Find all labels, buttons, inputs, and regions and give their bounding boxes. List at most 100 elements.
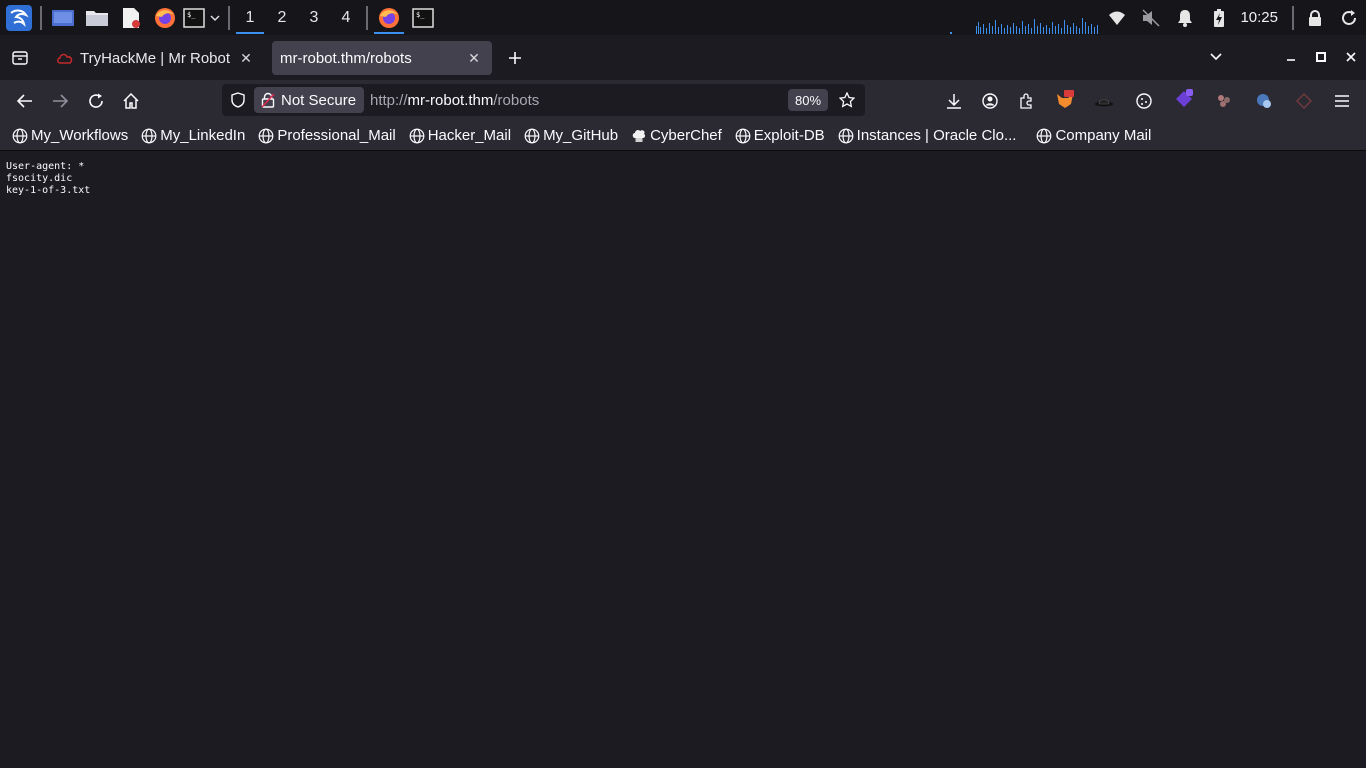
battery-button[interactable] bbox=[1202, 0, 1236, 35]
firefox-launcher-button[interactable] bbox=[148, 0, 182, 35]
tab-title: TryHackMe | Mr Robot CTF bbox=[80, 49, 234, 67]
bookmark-cyberchef[interactable]: CyberChef bbox=[631, 127, 722, 144]
system-tray: 10:25 bbox=[1100, 0, 1366, 35]
terminal-launcher-button[interactable]: $_ bbox=[182, 0, 206, 35]
new-tab-button[interactable] bbox=[502, 45, 528, 71]
workspace-label: 1 bbox=[245, 8, 255, 26]
firefox-icon bbox=[379, 7, 399, 28]
reload-button[interactable] bbox=[83, 88, 109, 114]
firefox-view-button[interactable] bbox=[8, 47, 32, 69]
terminal-icon: $_ bbox=[412, 7, 434, 28]
bookmark-label: Professional_Mail bbox=[277, 127, 396, 144]
maximize-button[interactable] bbox=[1310, 45, 1332, 69]
taskbar-firefox-window[interactable] bbox=[372, 0, 406, 35]
chevron-down-icon bbox=[210, 14, 220, 21]
tab-robots[interactable]: mr-robot.thm/robots ✕ bbox=[272, 41, 492, 75]
text-editor-icon bbox=[123, 7, 140, 28]
bookmark-label: My_GitHub bbox=[543, 127, 619, 144]
globe-icon bbox=[524, 128, 540, 143]
volume-button[interactable] bbox=[1134, 0, 1168, 35]
terminal-icon: $_ bbox=[183, 7, 205, 28]
bookmark-star-button[interactable] bbox=[836, 89, 858, 111]
zoom-reset-button[interactable]: 80% bbox=[788, 89, 828, 111]
cookie-icon bbox=[1136, 93, 1152, 109]
logout-button[interactable] bbox=[1332, 0, 1366, 35]
extension-dots-button[interactable] bbox=[1211, 88, 1237, 114]
bookmark-my-github[interactable]: My_GitHub bbox=[524, 127, 618, 144]
terminal-launcher-dropdown[interactable] bbox=[206, 0, 224, 35]
file-manager-button[interactable] bbox=[80, 0, 114, 35]
workspace-3[interactable]: 3 bbox=[298, 0, 330, 35]
site-security-button[interactable]: Not Secure bbox=[254, 87, 364, 113]
tracking-protection-button[interactable] bbox=[227, 89, 249, 111]
chevron-down-icon bbox=[1210, 53, 1222, 61]
chef-hat-icon bbox=[632, 129, 646, 142]
globe-icon bbox=[12, 128, 28, 143]
reload-icon bbox=[89, 93, 103, 108]
bookmark-my-workflows[interactable]: My_Workflows bbox=[12, 127, 128, 144]
workspace-1[interactable]: 1 bbox=[234, 0, 266, 35]
extension-hat-button[interactable] bbox=[1091, 88, 1117, 114]
workspace-4[interactable]: 4 bbox=[330, 0, 362, 35]
clock[interactable]: 10:25 bbox=[1236, 9, 1288, 26]
robots-txt-text: User-agent: * fsocity.dic key-1-of-3.txt bbox=[6, 161, 90, 197]
bookmark-exploit-db[interactable]: Exploit-DB bbox=[735, 127, 825, 144]
address-bar[interactable]: Not Secure http://mr-robot.thm/robots 80… bbox=[222, 84, 865, 116]
navigation-toolbar: Not Secure http://mr-robot.thm/robots 80… bbox=[0, 80, 1366, 121]
back-button[interactable] bbox=[12, 88, 38, 114]
tab-title: mr-robot.thm/robots bbox=[280, 49, 412, 67]
cpu-graph bbox=[950, 18, 1098, 34]
kali-menu-button[interactable] bbox=[2, 0, 36, 35]
forward-button[interactable] bbox=[47, 88, 73, 114]
close-tab-button[interactable]: ✕ bbox=[234, 46, 258, 70]
extension-cookie-button[interactable] bbox=[1131, 88, 1157, 114]
network-button[interactable] bbox=[1100, 0, 1134, 35]
bookmark-label: My_Workflows bbox=[31, 127, 129, 144]
bookmark-professional-mail[interactable]: Professional_Mail bbox=[258, 127, 396, 144]
tab-tryhackme[interactable]: TryHackMe | Mr Robot CTF ✕ bbox=[48, 41, 264, 75]
close-icon bbox=[1346, 52, 1356, 62]
taskbar-terminal-window[interactable]: $_ bbox=[406, 0, 440, 35]
bell-icon bbox=[1178, 9, 1193, 27]
extension-wappalyzer-button[interactable] bbox=[1251, 88, 1277, 114]
minimize-button[interactable] bbox=[1280, 45, 1302, 69]
svg-text:$_: $_ bbox=[416, 11, 425, 19]
extension-diamond-button[interactable] bbox=[1291, 88, 1317, 114]
bookmark-label: CyberChef bbox=[650, 127, 722, 144]
firefox-view-icon bbox=[12, 51, 28, 65]
plus-icon bbox=[509, 52, 521, 64]
downloads-button[interactable] bbox=[941, 88, 967, 114]
close-tab-button[interactable]: ✕ bbox=[462, 46, 486, 70]
download-icon bbox=[947, 94, 961, 109]
workspace-label: 2 bbox=[277, 8, 287, 26]
workspace-2[interactable]: 2 bbox=[266, 0, 298, 35]
lock-screen-button[interactable] bbox=[1298, 0, 1332, 35]
minimize-icon bbox=[1287, 59, 1295, 61]
bookmark-label: Company Mail bbox=[1055, 127, 1152, 144]
url-field[interactable]: http://mr-robot.thm/robots bbox=[370, 84, 539, 116]
notifications-button[interactable] bbox=[1168, 0, 1202, 35]
bookmark-label: Hacker_Mail bbox=[427, 127, 512, 144]
extension-foxyproxy-button[interactable] bbox=[1052, 87, 1078, 113]
extension-purple-button[interactable] bbox=[1171, 86, 1197, 112]
panel-separator bbox=[228, 5, 230, 30]
app-menu-button[interactable] bbox=[1329, 88, 1355, 114]
close-window-button[interactable] bbox=[1340, 45, 1362, 69]
show-desktop-button[interactable] bbox=[46, 0, 80, 35]
text-editor-button[interactable] bbox=[114, 0, 148, 35]
account-button[interactable] bbox=[977, 88, 1003, 114]
home-icon bbox=[123, 93, 139, 109]
close-icon: ✕ bbox=[468, 49, 480, 66]
close-icon: ✕ bbox=[240, 49, 252, 66]
system-panel: $_ 1 2 3 4 $_ 10:25 bbox=[0, 0, 1366, 35]
home-button[interactable] bbox=[118, 88, 144, 114]
bookmark-company-mail[interactable]: Company Mail bbox=[1036, 127, 1151, 144]
extensions-button[interactable] bbox=[1013, 88, 1039, 114]
bookmark-oracle-instances[interactable]: Instances | Oracle Clo... bbox=[838, 127, 1016, 144]
robots-line: User-agent: * bbox=[6, 161, 85, 172]
firefox-icon bbox=[155, 7, 175, 28]
list-all-tabs-button[interactable] bbox=[1204, 45, 1228, 69]
bookmark-hacker-mail[interactable]: Hacker_Mail bbox=[409, 127, 511, 144]
page-content: User-agent: * fsocity.dic key-1-of-3.txt bbox=[0, 151, 1366, 768]
bookmark-my-linkedin[interactable]: My_LinkedIn bbox=[141, 127, 245, 144]
